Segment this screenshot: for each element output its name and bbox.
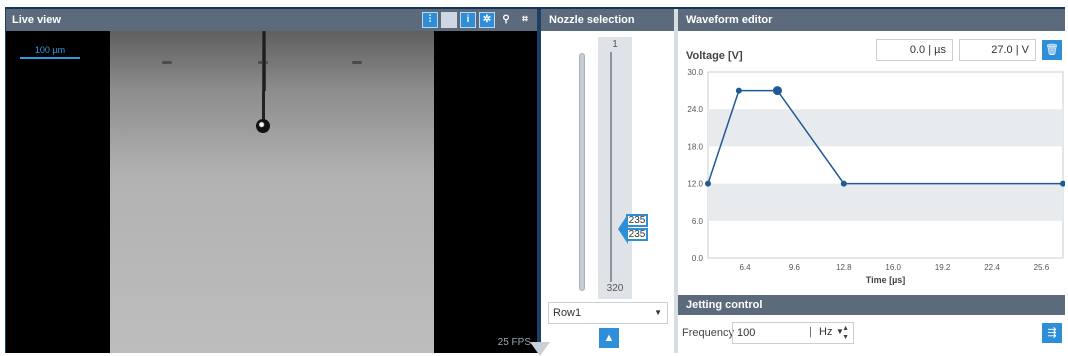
scale-bar-label: 100 µm [34, 45, 66, 55]
row-select-value: Row1 [553, 307, 582, 319]
frequency-unit[interactable]: Hz [819, 322, 832, 342]
x-tick-label: 16.0 [885, 263, 901, 272]
settings-icon[interactable]: ✲ [479, 12, 495, 28]
waveform-chart[interactable]: 0.0 6.0 12.0 18.0 24.0 30.0 6.4 9.6 12.8 16.0 19.2… [678, 9, 1065, 295]
y-tick-label: 6.0 [692, 217, 704, 226]
waveform-point[interactable] [705, 180, 711, 187]
nozzle-selection-title: Nozzle selection [541, 9, 674, 31]
droplet-tail [262, 91, 265, 121]
y-tick-label: 0.0 [692, 254, 704, 263]
waveform-point[interactable] [840, 180, 847, 187]
fps-readout: 25 FPS [497, 337, 531, 348]
nozzle-range-background [598, 37, 632, 299]
x-tick-label: 22.4 [984, 263, 1000, 272]
frequency-value: 100 [737, 327, 756, 339]
x-tick-label: 19.2 [935, 263, 951, 272]
sliders-icon[interactable]: ⫶ [422, 12, 438, 28]
row-select[interactable]: Row1 ▼ [548, 302, 668, 324]
nozzle-range-track[interactable] [610, 52, 612, 282]
nozzle-range-min: 1 [612, 39, 618, 50]
x-axis-label: Time [µs] [866, 275, 906, 285]
y-tick-label: 30.0 [687, 68, 703, 77]
y-tick-label: 18.0 [687, 142, 703, 151]
y-tick-label: 12.0 [687, 180, 703, 189]
nozzle-selection-panel: Nozzle selection 1 320 235 235 Row1 ▼ ▲ [541, 9, 674, 353]
frequency-row: Frequency 100 ▲ ▼ | Hz ▼ ⇶ [678, 319, 1065, 347]
apply-nozzle-icon[interactable]: ▲ [599, 328, 619, 348]
live-view-toolbar: ⫶ i ✲ ⚲ ⌗ [422, 12, 533, 28]
jetting-control-title: Jetting control [678, 295, 1065, 315]
info-icon[interactable]: i [460, 12, 476, 28]
live-view-header: Live view ⫶ i ✲ ⚲ ⌗ [6, 9, 537, 31]
y-tick-label: 24.0 [687, 105, 703, 114]
blank-icon[interactable] [441, 12, 457, 28]
x-tick-label: 12.8 [836, 263, 852, 272]
nozzle-mark [352, 61, 362, 64]
nozzle-tip [262, 31, 266, 91]
jet-action-icon[interactable]: ⇶ [1042, 323, 1062, 343]
scale-bar: 100 µm [20, 45, 80, 61]
scale-bar-line [20, 57, 80, 59]
grid-band [708, 183, 1063, 221]
jetting-control-panel: Jetting control Frequency 100 ▲ ▼ | Hz ▼ … [678, 295, 1065, 353]
waveform-editor-panel: Waveform editor Voltage [V] 0.0 | µs 27.… [678, 9, 1065, 295]
nozzle-scroll-track[interactable] [579, 53, 585, 291]
waveform-point[interactable] [772, 86, 782, 96]
grid-band [708, 109, 1063, 147]
frequency-label: Frequency [682, 327, 734, 339]
waveform-point[interactable] [735, 87, 742, 94]
nozzle-range-max: 320 [606, 283, 624, 294]
live-view-panel: Live view ⫶ i ✲ ⚲ ⌗ 100 µm 25 FPS [6, 9, 537, 353]
droplet [256, 119, 270, 133]
chevron-down-icon[interactable]: ▼ [836, 322, 844, 342]
camera-image [110, 31, 434, 353]
camera-view[interactable]: 100 µm 25 FPS [6, 31, 537, 353]
live-view-title: Live view [12, 14, 61, 26]
nozzle-handle-label-a[interactable]: 235 [626, 214, 648, 227]
frequency-unit-divider: | [809, 326, 812, 338]
nozzle-range-slider: 1 320 235 235 [548, 34, 668, 299]
nozzle-handle-label-b[interactable]: 235 [626, 228, 648, 241]
x-tick-label: 6.4 [739, 263, 751, 272]
plot-area [707, 71, 1064, 259]
fit-frame-icon[interactable]: ⌗ [517, 12, 533, 28]
x-tick-label: 9.6 [789, 263, 801, 272]
nozzle-mark [162, 61, 172, 64]
x-tick-label: 25.6 [1034, 263, 1050, 272]
zoom-icon[interactable]: ⚲ [498, 12, 514, 28]
chevron-down-icon: ▼ [654, 308, 662, 317]
